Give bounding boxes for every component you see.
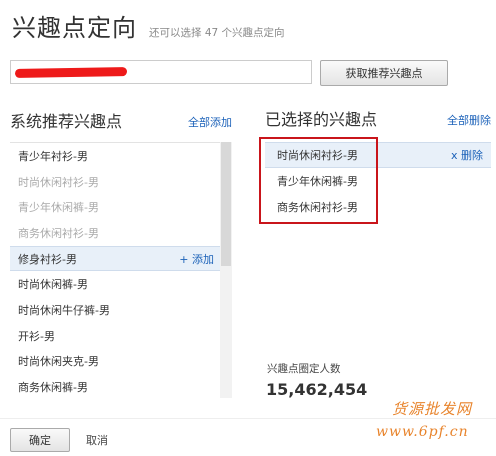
list-item[interactable]: 青少年衬衫-男 <box>10 143 220 169</box>
list-item[interactable]: 时尚休闲夹克-男 <box>10 349 220 375</box>
list-item[interactable]: 商务休闲衬衫-男 <box>265 194 491 220</box>
list-item[interactable]: 时尚休闲裤-男 <box>10 271 220 297</box>
watermark-url: www.6pf.cn <box>376 424 469 440</box>
fetch-recommendations-button[interactable]: 获取推荐兴趣点 <box>320 60 448 86</box>
remaining-count-hint: 还可以选择 47 个兴趣点定向 <box>149 27 285 39</box>
list-item[interactable]: 开衫-男 <box>10 323 220 349</box>
audience-count-label: 兴趣点圈定人数 <box>267 363 341 375</box>
add-item-link[interactable]: + 添加 <box>179 251 214 267</box>
list-item: 时尚休闲衬衫-男 <box>18 175 99 189</box>
recommended-list: 青少年衬衫-男 时尚休闲衬衫-男 青少年休闲裤-男 商务休闲衬衫-男 修身衬衫-… <box>10 142 220 398</box>
selected-panel-title: 已选择的兴趣点 <box>265 110 378 129</box>
remove-all-link[interactable]: 全部删除 <box>447 112 491 128</box>
list-item[interactable]: 时尚休闲牛仔裤-男 <box>10 297 220 323</box>
redaction-mark <box>14 67 128 78</box>
list-item[interactable]: 时尚休闲衬衫-男 x 删除 <box>265 142 491 168</box>
audience-count-value: 15,462,454 <box>266 380 368 399</box>
recommended-panel-title: 系统推荐兴趣点 <box>10 112 123 131</box>
page-title: 兴趣点定向 <box>12 14 137 42</box>
scrollbar-thumb[interactable] <box>221 142 231 266</box>
selected-panel-header: 已选择的兴趣点 全部删除 <box>265 106 491 132</box>
remove-item-link[interactable]: x 删除 <box>451 147 483 163</box>
list-item[interactable]: 修身衬衫-男 + 添加 <box>10 245 220 272</box>
confirm-button[interactable]: 确定 <box>10 428 70 452</box>
watermark-text: 货源批发网 <box>392 400 473 418</box>
recommended-list-scrollbar[interactable] <box>220 142 232 398</box>
list-item[interactable]: 商务休闲裤-男 <box>10 374 220 398</box>
recommended-panel-header: 系统推荐兴趣点 全部添加 <box>10 108 232 134</box>
list-item: 青少年休闲裤-男 <box>18 201 99 215</box>
list-item: 商务休闲衬衫-男 <box>18 226 99 240</box>
keyword-input[interactable] <box>10 60 312 84</box>
selected-list: 时尚休闲衬衫-男 x 删除 青少年休闲裤-男 商务休闲衬衫-男 <box>265 142 491 220</box>
list-item[interactable]: 青少年休闲裤-男 <box>265 168 491 194</box>
add-all-link[interactable]: 全部添加 <box>188 114 232 130</box>
search-row: 获取推荐兴趣点 <box>10 60 496 88</box>
cancel-link[interactable]: 取消 <box>86 432 108 448</box>
dialog-header: 兴趣点定向 还可以选择 47 个兴趣点定向 <box>12 8 285 43</box>
